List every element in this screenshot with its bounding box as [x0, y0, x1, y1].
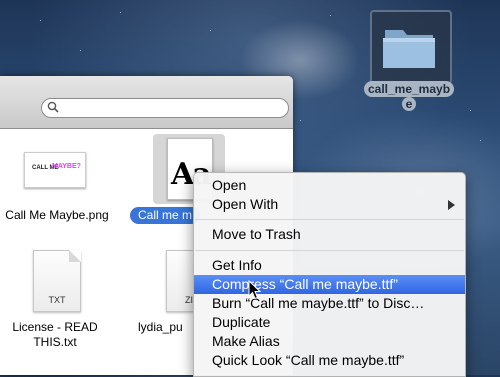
file-label-txt-line1: License - READ [12, 320, 98, 334]
zip-ext: ZI [185, 295, 193, 305]
menu-item-label: Compress “Call me maybe.ttf” [212, 276, 398, 292]
menu-item-burn[interactable]: Burn “Call me maybe.ttf” to Disc… [194, 294, 465, 313]
file-label-ttf[interactable]: Call me m [130, 207, 201, 224]
menu-item-make-alias[interactable]: Make Alias [194, 332, 465, 351]
star [480, 140, 481, 141]
mouse-cursor-icon [248, 280, 262, 300]
menu-item-get-info[interactable]: Get Info [194, 256, 465, 275]
txt-ext: TXT [48, 295, 66, 305]
thumb-text-2: MAYBE? [52, 163, 81, 170]
menu-item-label: Open [212, 177, 247, 193]
file-label-zip[interactable]: lydia_pu [138, 320, 198, 335]
png-file-icon[interactable]: CALL ME MAYBE? [24, 152, 86, 188]
menu-separator [195, 219, 464, 220]
menu-item-duplicate[interactable]: Duplicate [194, 313, 465, 332]
menu-item-label: Move to Trash [212, 226, 301, 242]
star [120, 12, 121, 13]
file-label-txt[interactable]: License - READ THIS.txt [0, 320, 110, 350]
star [80, 50, 81, 51]
folder-label-line1: call_me_mayb [363, 81, 455, 97]
context-menu: Open Open With Move to Trash Get Info Co… [193, 172, 466, 377]
search-icon [47, 101, 59, 113]
menu-item-label: Burn “Call me maybe.ttf” to Disc… [212, 295, 425, 311]
menu-item-open-with[interactable]: Open With [194, 195, 465, 214]
menu-separator [195, 250, 464, 251]
star [40, 20, 41, 21]
star [210, 30, 211, 31]
menu-item-open[interactable]: Open [194, 176, 465, 195]
zip-file-icon[interactable]: ZI [166, 250, 194, 312]
star [330, 15, 331, 16]
menu-item-label: Get Info [212, 257, 262, 273]
txt-file-icon[interactable]: TXT [33, 250, 81, 312]
star [300, 120, 301, 121]
submenu-arrow-icon [448, 200, 455, 210]
menu-item-label: Make Alias [212, 333, 280, 349]
file-label-png[interactable]: Call Me Maybe.png [0, 208, 114, 223]
menu-item-label: Duplicate [212, 314, 271, 330]
folder-icon [383, 30, 435, 68]
file-label-txt-line2: THIS.txt [33, 335, 77, 349]
desktop-folder-label[interactable]: call_me_mayb e [349, 81, 469, 111]
search-input[interactable] [41, 98, 289, 118]
desktop-folder[interactable] [370, 10, 452, 84]
folder-label-line2: e [401, 97, 417, 111]
menu-item-label: Quick Look “Call me maybe.ttf” [212, 352, 405, 368]
menu-item-move-to-trash[interactable]: Move to Trash [194, 225, 465, 244]
menu-item-compress[interactable]: Compress “Call me maybe.ttf” [194, 275, 465, 294]
menu-item-label: Open With [212, 196, 279, 212]
menu-item-quick-look[interactable]: Quick Look “Call me maybe.ttf” [194, 351, 465, 370]
star [470, 110, 471, 111]
